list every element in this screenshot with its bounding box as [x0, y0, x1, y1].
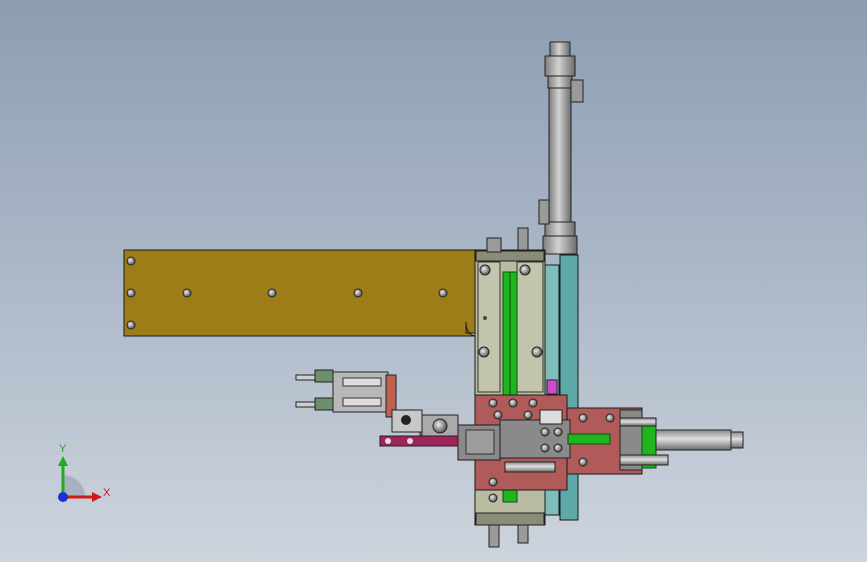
z-axis-dot	[58, 492, 68, 502]
assembly-drawing: Y X	[58, 41, 744, 548]
gripper-assembly	[295, 369, 459, 447]
vertical-air-cylinder	[538, 41, 584, 255]
cad-viewport[interactable]: Y X	[0, 0, 867, 562]
x-axis-arrow-head	[92, 492, 102, 502]
x-axis-label: X	[103, 487, 111, 499]
horizontal-air-cylinder	[619, 409, 744, 471]
y-axis-label: Y	[59, 443, 67, 455]
y-axis-arrow-head	[58, 456, 68, 466]
mounting-plate	[123, 249, 476, 337]
coordinate-triad: Y X	[58, 443, 111, 502]
